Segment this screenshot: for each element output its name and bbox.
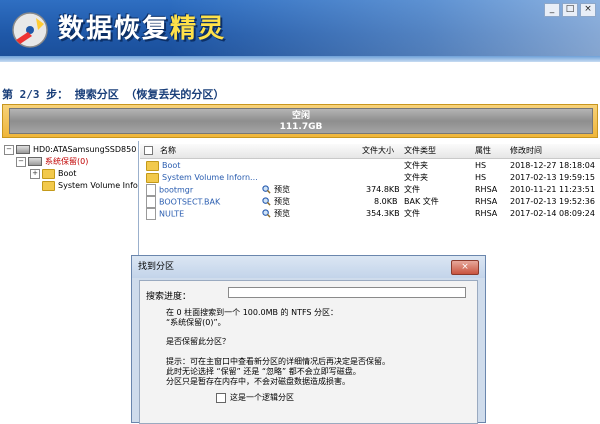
tree-disk-label: HD0:ATASamsungSSD850 (: [33, 145, 139, 154]
app-title-highlight: 精灵: [170, 14, 227, 44]
folder-icon: [146, 172, 159, 183]
banner-stripe: [0, 56, 600, 62]
dialog-body: 搜索进度： 在 0 柱面搜索到一个 100.0MB 的 NTFS 分区： “系统…: [139, 280, 478, 424]
progress-label: 搜索进度：: [146, 292, 192, 302]
disk-recovery-logo-icon: [12, 12, 48, 48]
checkbox-box[interactable]: [216, 392, 226, 403]
item-name: bootmgr: [159, 185, 194, 195]
keep-question: 是否保留此分区？: [166, 337, 230, 346]
dialog-titlebar[interactable]: 找到分区 ×: [132, 256, 485, 278]
item-date: 2010-11-21 11:23:51: [510, 185, 595, 194]
item-name: Boot: [162, 161, 181, 170]
item-date: 2017-02-13 19:52:36: [510, 197, 595, 206]
maximize-button[interactable]: □: [562, 3, 578, 17]
tree-partition-label: 系统保留(0): [45, 157, 89, 166]
header-checkbox[interactable]: [144, 144, 153, 158]
item-type: 文件: [404, 185, 420, 194]
item-attr: RHSA: [475, 185, 498, 194]
app-banner: 数据恢复精灵 _ □ ×: [0, 0, 600, 62]
file-list-header: 名称 文件大小 文件类型 属性 修改时间: [140, 144, 600, 159]
item-type: BAK 文件: [404, 197, 439, 206]
collapse-icon[interactable]: −: [16, 156, 26, 167]
item-type: 文件: [404, 209, 420, 218]
file-icon: [146, 196, 156, 208]
close-button[interactable]: ×: [580, 3, 596, 17]
free-space-size: 111.7GB: [279, 122, 323, 132]
app-title: 数据恢复精灵: [58, 8, 226, 45]
tip-line-3: 分区只是暂存在内存中，不会对磁盘数据造成损害。: [166, 377, 350, 386]
list-item[interactable]: bootmgr 预览 374.8KB 文件 RHSA 2010-11-21 11…: [140, 184, 600, 196]
dialog-title: 找到分区: [138, 262, 175, 272]
step-title: 第 2/3 步： 搜索分区 （恢复丢失的分区）: [2, 88, 225, 101]
preview-link[interactable]: 预览: [262, 208, 290, 220]
column-size[interactable]: 文件大小: [362, 144, 394, 158]
tip-line-1: 提示：可在主窗口中查看新分区的详细情况后再决定是否保留。: [166, 357, 390, 366]
tree-item-boot[interactable]: + Boot: [30, 168, 76, 180]
item-attr: HS: [475, 173, 487, 182]
list-item[interactable]: NULTE 预览 354.3KB 文件 RHSA 2017-02-14 08:0…: [140, 208, 600, 220]
folder-icon: [42, 168, 55, 179]
dialog-close-button[interactable]: ×: [451, 260, 479, 275]
preview-link[interactable]: 预览: [262, 184, 290, 196]
tip-line-2: 此时无论选择 “保留” 还是 “忽略” 都不会立即写磁盘。: [166, 367, 361, 376]
window-controls: _ □ ×: [544, 3, 596, 17]
free-space-label: 空闲: [291, 111, 310, 121]
magnifier-icon: [262, 197, 271, 206]
item-type: 文件夹: [404, 161, 428, 170]
item-attr: RHSA: [475, 197, 498, 206]
magnifier-icon: [262, 185, 271, 194]
app-title-main: 数据恢复: [58, 14, 171, 44]
column-date[interactable]: 修改时间: [510, 144, 542, 158]
list-item[interactable]: Boot 文件夹 HS 2018-12-27 18:18:04: [140, 160, 600, 172]
file-icon: [146, 208, 156, 220]
list-item[interactable]: BOOTSECT.BAK 预览 8.0KB BAK 文件 RHSA 2017-0…: [140, 196, 600, 208]
expand-icon[interactable]: +: [30, 168, 40, 179]
column-name[interactable]: 名称: [160, 144, 176, 158]
list-item[interactable]: System Volume Inforn... 文件夹 HS 2017-02-1…: [140, 172, 600, 184]
folder-icon: [42, 180, 55, 191]
partition-icon: [28, 157, 42, 166]
partition-tree: − HD0:ATASamsungSSD850 ( − 系统保留(0) + Boot S…: [2, 141, 139, 423]
file-icon: [146, 184, 156, 196]
item-size: 374.8KB: [366, 185, 400, 194]
tree-item-system-volume[interactable]: System Volume Infor: [42, 180, 139, 192]
tree-item-disk[interactable]: − HD0:ATASamsungSSD850 (: [4, 144, 139, 156]
tree-folder-label: Boot: [58, 169, 77, 178]
item-size: 354.3KB: [366, 209, 400, 218]
banner-glow: [170, 0, 600, 62]
item-name: System Volume Inforn...: [162, 173, 258, 182]
free-space-segment[interactable]: 空闲 111.7GB: [9, 108, 593, 134]
preview-label: 预览: [274, 185, 290, 194]
partition-name-message: “系统保留(0)”。: [166, 318, 226, 327]
column-attr[interactable]: 属性: [475, 144, 491, 158]
minimize-button[interactable]: _: [544, 3, 560, 17]
item-size: 8.0KB: [374, 197, 398, 206]
item-type: 文件夹: [404, 173, 428, 182]
tree-item-partition[interactable]: − 系统保留(0): [16, 156, 88, 168]
item-date: 2018-12-27 18:18:04: [510, 161, 595, 170]
preview-link[interactable]: 预览: [262, 196, 290, 208]
logical-partition-checkbox[interactable]: 这是一个逻辑分区: [216, 392, 294, 403]
found-message: 在 0 柱面搜索到一个 100.0MB 的 NTFS 分区：: [166, 308, 339, 317]
found-partition-dialog: 找到分区 × 搜索进度： 在 0 柱面搜索到一个 100.0MB 的 NTFS …: [131, 255, 486, 424]
tree-folder-label: System Volume Infor: [58, 181, 139, 190]
preview-label: 预览: [274, 209, 290, 218]
item-name: BOOTSECT.BAK: [159, 197, 221, 207]
collapse-icon[interactable]: −: [4, 144, 14, 155]
item-attr: RHSA: [475, 209, 498, 218]
column-type[interactable]: 文件类型: [404, 144, 436, 158]
search-progress-bar: [228, 287, 466, 298]
checkbox-label: 这是一个逻辑分区: [230, 393, 294, 402]
disk-map-bar[interactable]: 空闲 111.7GB: [2, 104, 598, 138]
item-attr: HS: [475, 161, 487, 170]
item-date: 2017-02-13 19:59:15: [510, 173, 595, 182]
item-date: 2017-02-14 08:09:24: [510, 209, 595, 218]
item-name: NULTE: [159, 209, 185, 219]
hard-disk-icon: [16, 145, 30, 154]
folder-icon: [146, 160, 159, 171]
preview-label: 预览: [274, 197, 290, 206]
magnifier-icon: [262, 209, 271, 218]
